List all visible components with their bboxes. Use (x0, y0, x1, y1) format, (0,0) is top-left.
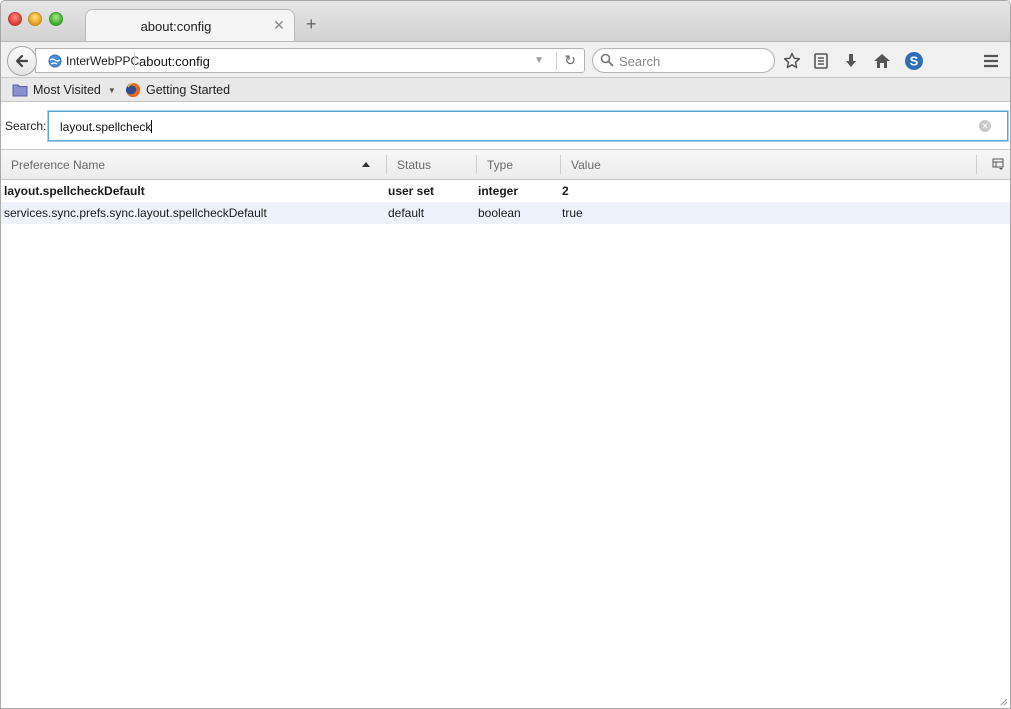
close-icon[interactable]: ✕ (272, 18, 286, 32)
chevron-down-icon[interactable]: ▼ (534, 55, 544, 66)
column-separator (976, 155, 977, 174)
reload-separator (556, 52, 557, 70)
tab-strip: about:config ✕ + (1, 1, 1010, 41)
search-icon (600, 53, 614, 67)
url-separator (134, 52, 135, 70)
svg-text:S: S (910, 54, 919, 69)
pref-type: boolean (478, 206, 521, 220)
clear-icon[interactable]: ✕ (979, 120, 991, 132)
search-placeholder: Search (619, 54, 661, 69)
pref-type: integer (478, 184, 519, 198)
url-text[interactable]: about:config (139, 54, 210, 69)
pref-name: layout.spellcheckDefault (4, 184, 145, 198)
filter-label: Search: (5, 119, 47, 133)
table-header: Preference Name Status Type Value (1, 150, 1010, 180)
pref-value: 2 (562, 184, 569, 198)
new-tab-button[interactable]: + (306, 15, 317, 33)
tab-title: about:config (140, 19, 212, 34)
filter-row: Search: layout.spellcheck ✕ (1, 111, 1010, 141)
filter-value: layout.spellcheck (60, 120, 152, 134)
text-cursor (151, 120, 153, 133)
column-header-status[interactable]: Status (387, 150, 441, 179)
chevron-down-icon: ▼ (107, 85, 116, 95)
column-header-name[interactable]: Preference Name (1, 150, 115, 179)
firefox-icon (126, 82, 141, 97)
bookmark-most-visited[interactable]: Most Visited ▼ (12, 81, 116, 99)
identity-label: InterWebPPC (66, 54, 140, 68)
nav-toolbar: InterWebPPC about:config ▼ ↻ Search S (1, 41, 1010, 78)
window-minimize-button[interactable] (28, 12, 42, 26)
table-row[interactable]: services.sync.prefs.sync.layout.spellche… (1, 202, 1010, 224)
bookmarks-toolbar: Most Visited ▼ Getting Started (1, 78, 1010, 102)
filter-input[interactable]: layout.spellcheck ✕ (48, 111, 1008, 141)
home-icon[interactable] (872, 51, 892, 71)
browser-window: about:config ✕ + InterWebPPC about:confi… (0, 0, 1011, 709)
preferences-table: Preference Name Status Type Value layout… (1, 149, 1010, 708)
window-close-button[interactable] (8, 12, 22, 26)
pref-status: user set (388, 184, 435, 198)
folder-icon (12, 84, 28, 97)
reload-icon[interactable]: ↻ (564, 53, 576, 67)
pref-value: true (562, 206, 583, 220)
tab-about-config[interactable]: about:config ✕ (85, 9, 295, 41)
column-header-type[interactable]: Type (477, 150, 523, 179)
back-arrow-icon (15, 54, 29, 68)
sync-s-icon[interactable]: S (904, 51, 924, 71)
column-picker-icon[interactable] (992, 158, 1004, 173)
back-button[interactable] (7, 46, 37, 76)
url-bar[interactable]: InterWebPPC about:config ▼ ↻ (35, 48, 585, 73)
pref-status: default (388, 206, 425, 220)
download-icon[interactable] (841, 51, 861, 71)
pref-name: services.sync.prefs.sync.layout.spellche… (4, 206, 267, 220)
resize-grip-icon[interactable] (998, 696, 1008, 706)
bookmark-getting-started[interactable]: Getting Started (125, 81, 230, 99)
window-zoom-button[interactable] (49, 12, 63, 26)
search-bar[interactable]: Search (592, 48, 775, 73)
config-content: Search: layout.spellcheck ✕ Preference N… (1, 103, 1010, 708)
site-identity[interactable]: InterWebPPC (48, 53, 139, 69)
bookmarks-menu-icon[interactable] (811, 51, 831, 71)
bookmark-star-icon[interactable] (782, 51, 802, 71)
bookmark-label: Most Visited (33, 83, 101, 97)
column-header-value[interactable]: Value (561, 150, 611, 179)
table-row[interactable]: layout.spellcheckDefault user set intege… (1, 180, 1010, 202)
globe-icon (48, 54, 62, 68)
hamburger-menu-icon[interactable] (981, 51, 1001, 71)
sort-ascending-icon (362, 162, 370, 167)
bookmark-label: Getting Started (146, 83, 231, 97)
